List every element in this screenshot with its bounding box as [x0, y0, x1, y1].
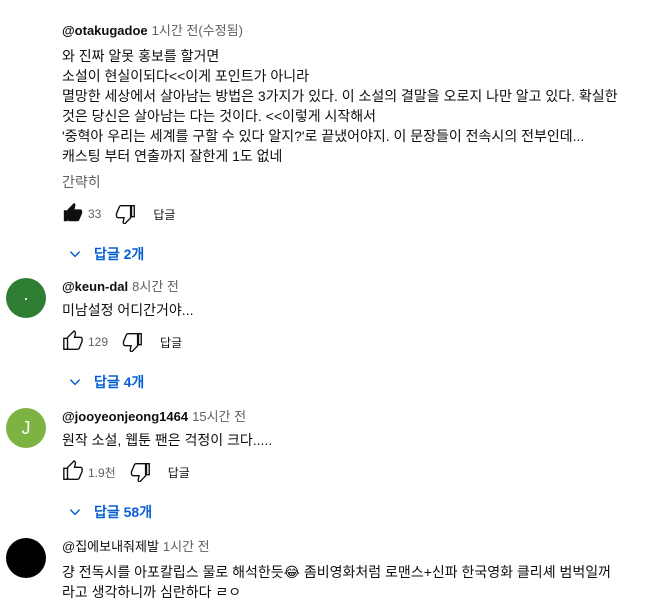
comment-actions: 33 답글	[62, 198, 661, 230]
thumbs-up-filled-icon	[63, 202, 83, 221]
like-count: 33	[88, 207, 102, 221]
comment-actions: 129 답글	[62, 326, 661, 358]
like-count: 1.9천	[88, 465, 116, 480]
thumbs-down-icon	[116, 204, 136, 225]
view-replies-button[interactable]: 답글 2개	[68, 240, 661, 268]
comment-time[interactable]: 15시간 전	[192, 409, 246, 424]
thumbs-down-icon	[122, 332, 142, 353]
view-replies-button[interactable]: 답글 58개	[68, 498, 661, 526]
like-count: 129	[88, 335, 109, 349]
comment-text: 와 진짜 알못 홍보를 할거면 소설이 현실이되다<<이게 포인트가 아니라 멸…	[62, 48, 618, 164]
comment-actions: 1.9천 답글	[62, 456, 661, 488]
like-button[interactable]	[62, 329, 84, 355]
comment-text: 미남설정 어디간거야...	[62, 302, 194, 318]
avatar[interactable]	[6, 538, 46, 578]
thumbs-down-icon	[130, 462, 150, 483]
dislike-button[interactable]	[130, 460, 152, 485]
show-less-button[interactable]: 간략히	[62, 172, 661, 192]
reply-button[interactable]: 답글	[160, 334, 182, 351]
comment-time[interactable]: 8시간 전	[132, 279, 179, 294]
comment-time[interactable]: 1시간 전	[163, 539, 210, 554]
chevron-down-icon	[69, 509, 81, 516]
thumbs-up-icon	[63, 329, 83, 350]
like-button[interactable]	[62, 202, 84, 227]
dislike-button[interactable]	[115, 202, 137, 227]
comment-author[interactable]: @otakugadoe	[62, 23, 148, 38]
comment-author[interactable]: @keun-dal	[62, 279, 128, 294]
comment-meta: @집에보내줘제발 1시간 전	[62, 538, 661, 556]
chevron-down-icon	[69, 251, 81, 258]
replies-label: 답글 2개	[94, 246, 145, 262]
reply-button[interactable]: 답글	[153, 206, 175, 223]
comment-meta: @jooyeonjeong1464 15시간 전	[62, 408, 661, 426]
comment-author[interactable]: @jooyeonjeong1464	[62, 409, 188, 424]
replies-label: 답글 58개	[94, 504, 153, 520]
avatar[interactable]: J	[6, 408, 46, 448]
avatar-initial: J	[21, 417, 31, 438]
comment-text: 원작 소설, 웹툰 팬은 걱정이 크다.....	[62, 432, 273, 448]
comment-author[interactable]: @집에보내줘제발	[62, 539, 159, 554]
like-button[interactable]	[62, 459, 84, 485]
reply-button[interactable]: 답글	[168, 464, 190, 481]
comment-meta: @otakugadoe 1시간 전(수정됨)	[62, 22, 661, 40]
comment-text: 걍 전독시를 아포칼립스 물로 해석한듯😂 좀비영화처럼 로맨스+신파 한국영화…	[62, 564, 611, 600]
comment-time[interactable]: 1시간 전(수정됨)	[152, 23, 243, 38]
thumbs-up-icon	[63, 459, 83, 480]
dislike-button[interactable]	[122, 330, 144, 355]
avatar[interactable]: ·	[6, 278, 46, 318]
chevron-down-icon	[69, 379, 81, 386]
view-replies-button[interactable]: 답글 4개	[68, 368, 661, 396]
replies-label: 답글 4개	[94, 374, 145, 390]
comment-meta: @keun-dal 8시간 전	[62, 278, 661, 296]
avatar-initial: ·	[23, 287, 29, 308]
